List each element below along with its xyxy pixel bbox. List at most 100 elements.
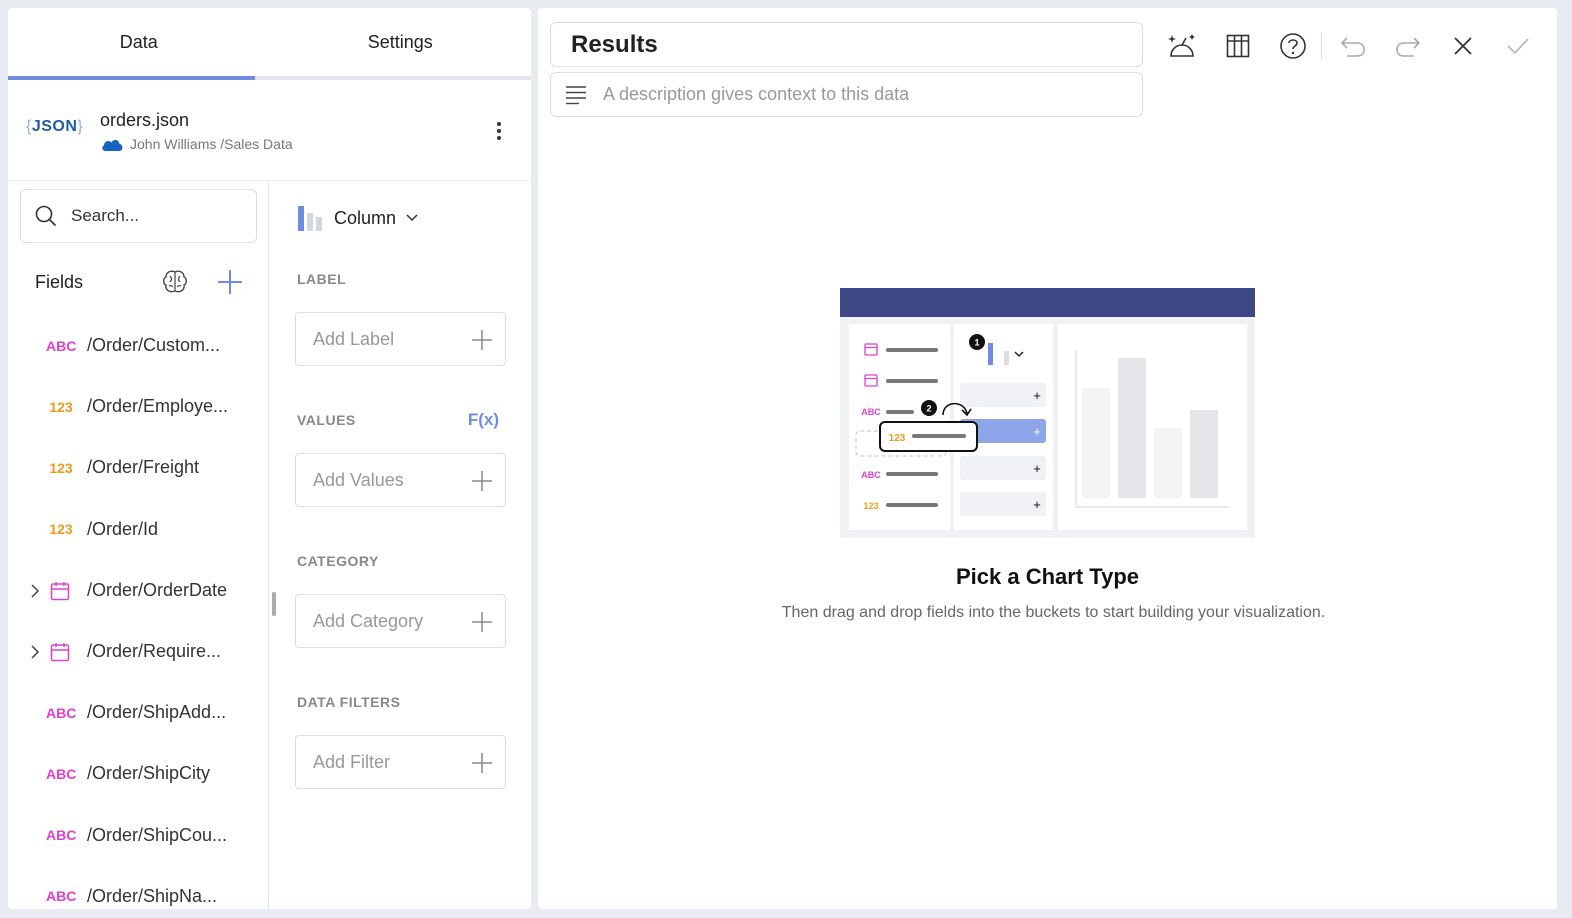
chart-type-label: Column	[334, 207, 397, 228]
source-name: orders.json	[100, 110, 190, 130]
buckets-column: Column LABEL Add Label VALUES F(x) Add V…	[270, 182, 531, 909]
list-item[interactable]: 123/Order/Freight	[8, 437, 269, 498]
add-filter-text: Add Filter	[313, 751, 391, 772]
fx-button[interactable]: F(x)	[468, 410, 499, 430]
calendar-icon	[50, 642, 70, 662]
column-chart-icon	[298, 206, 322, 231]
onedrive-cloud-icon	[102, 140, 123, 151]
svg-text:ABC: ABC	[861, 407, 881, 417]
panel-tabs: Data Settings	[8, 8, 531, 80]
field-name: /Order/Require...	[87, 641, 222, 662]
table-icon	[1226, 34, 1250, 58]
svg-text:+: +	[1033, 388, 1041, 403]
text-type-icon: ABC	[46, 337, 77, 354]
redo-icon	[1396, 37, 1421, 57]
field-name: /Order/ShipCou...	[87, 824, 228, 845]
tab-settings[interactable]: Settings	[270, 8, 532, 76]
tab-data[interactable]: Data	[8, 8, 270, 76]
redo-button[interactable]	[1392, 30, 1424, 62]
list-item[interactable]: ABC/Order/ShipNa...	[8, 866, 269, 909]
category-bucket-title: CATEGORY	[297, 553, 379, 569]
add-category-button[interactable]: Add Category	[295, 594, 506, 648]
empty-state-title: Pick a Chart Type	[956, 564, 1139, 589]
data-source: {JSON} orders.json John Williams /Sales …	[8, 84, 531, 181]
fields-heading: Fields	[35, 272, 84, 292]
check-icon	[1507, 38, 1529, 55]
data-grid-button[interactable]	[1222, 30, 1254, 62]
field-name: /Order/OrderDate	[87, 579, 228, 600]
plus-icon	[472, 471, 492, 491]
more-vertical-icon	[497, 122, 501, 140]
help-icon	[1280, 33, 1306, 59]
svg-text:ABC: ABC	[861, 470, 881, 480]
json-icon-text: JSON	[31, 118, 78, 135]
active-tab-indicator	[8, 76, 255, 80]
field-name: /Order/ShipCity	[87, 763, 211, 784]
search-box[interactable]	[20, 189, 257, 243]
source-menu-button[interactable]	[489, 118, 509, 144]
json-icon: {JSON}	[26, 118, 84, 135]
text-type-icon: ABC	[46, 765, 77, 782]
tab-data-label: Data	[119, 31, 158, 52]
description-input[interactable]	[603, 84, 1103, 105]
svg-text:2: 2	[926, 404, 931, 414]
undo-button[interactable]	[1337, 30, 1369, 62]
brain-icon[interactable]	[161, 268, 189, 296]
svg-text:1: 1	[974, 338, 979, 348]
add-category-text: Add Category	[313, 610, 424, 631]
list-item[interactable]: ABC/Order/Custom...	[8, 315, 269, 376]
editor-panel: Results A description gives context to t…	[538, 8, 1557, 909]
svg-text:123: 123	[863, 501, 878, 511]
list-item[interactable]: /Order/OrderDate	[8, 560, 269, 621]
tab-settings-label: Settings	[367, 31, 433, 52]
filters-bucket-title: DATA FILTERS	[297, 694, 401, 710]
label-bucket-title: LABEL	[297, 271, 347, 287]
plus-icon	[472, 753, 492, 773]
search-input[interactable]	[71, 206, 221, 226]
list-item[interactable]: ABC/Order/ShipAdd...	[8, 682, 269, 743]
undo-icon	[1340, 37, 1365, 57]
field-name: /Order/ShipAdd...	[87, 702, 227, 723]
text-type-icon: ABC	[46, 704, 77, 721]
list-item[interactable]: /Order/Require...	[8, 621, 269, 682]
confirm-button[interactable]	[1502, 30, 1534, 62]
add-values-button[interactable]: Add Values	[295, 453, 506, 507]
chart-type-selector[interactable]: Column	[296, 204, 418, 232]
plus-icon	[472, 612, 492, 632]
plus-icon	[472, 330, 492, 350]
list-item[interactable]: 123/Order/Id	[8, 499, 269, 560]
add-label-button[interactable]: Add Label	[295, 312, 506, 366]
theme-button[interactable]	[1166, 30, 1198, 62]
svg-text:123: 123	[889, 433, 906, 444]
close-icon	[1454, 37, 1472, 55]
number-type-icon: 123	[49, 459, 73, 476]
text-type-icon: ABC	[46, 888, 77, 905]
chevron-right-icon[interactable]	[30, 584, 40, 598]
field-name: /Order/ShipNa...	[87, 885, 218, 906]
calendar-icon	[50, 581, 70, 600]
svg-text:+: +	[1033, 461, 1041, 476]
add-field-icon[interactable]	[215, 267, 245, 297]
visualization-title-input[interactable]: Results	[550, 22, 1143, 67]
add-label-text: Add Label	[313, 328, 395, 349]
add-filter-button[interactable]: Add Filter	[295, 735, 506, 789]
help-button[interactable]	[1277, 30, 1309, 62]
field-name: /Order/Custom...	[87, 335, 221, 356]
close-button[interactable]	[1447, 30, 1479, 62]
chevron-right-icon[interactable]	[30, 645, 40, 659]
magic-theme-icon	[1168, 34, 1195, 57]
field-list: ABC/Order/Custom... 123/Order/Employe...…	[8, 315, 269, 909]
fields-column: Fields ABC/Order/Custom... 123/Order/Emp…	[8, 182, 269, 909]
field-name: /Order/Id	[87, 518, 159, 539]
list-item[interactable]: 123/Order/Employe...	[8, 376, 269, 437]
empty-state-subtitle: Then drag and drop fields into the bucke…	[781, 604, 1326, 621]
source-path: John Williams /Sales Data	[100, 136, 293, 152]
list-item[interactable]: ABC/Order/ShipCou...	[8, 805, 269, 866]
chart-type-illustration: ABC ABC 123 1 + + + + 123 2	[840, 288, 1255, 538]
svg-text:+: +	[1033, 424, 1041, 439]
chevron-down-icon	[406, 214, 418, 222]
data-panel: Data Settings {JSON} orders.json John Wi…	[8, 8, 531, 909]
list-item[interactable]: ABC/Order/ShipCity	[8, 743, 269, 804]
svg-text:+: +	[1033, 497, 1041, 512]
description-box[interactable]	[550, 72, 1143, 117]
